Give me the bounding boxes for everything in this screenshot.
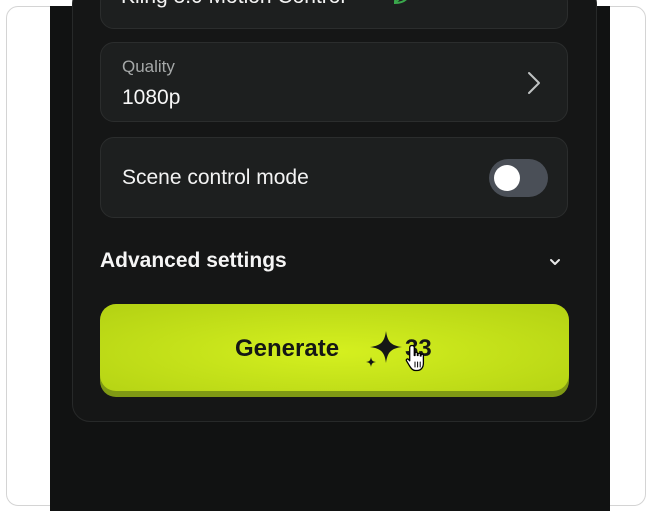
- scene-control-toggle[interactable]: [489, 159, 548, 197]
- generate-button[interactable]: Generate 33: [100, 304, 569, 391]
- sparkle-icon: [364, 329, 404, 374]
- quality-selector[interactable]: Quality 1080p: [100, 42, 568, 122]
- model-name: Kling 3.0 Motion Control: [121, 0, 345, 9]
- chevron-down-icon[interactable]: [548, 254, 562, 272]
- model-selector[interactable]: Kling 3.0 Motion Control: [100, 0, 568, 29]
- leaf-icon: [391, 0, 415, 12]
- generate-label: Generate: [235, 335, 340, 362]
- hand-pointer-cursor-icon: [405, 343, 429, 378]
- quality-value: 1080p: [122, 86, 181, 109]
- quality-label: Quality: [122, 57, 175, 76]
- scene-control-label: Scene control mode: [122, 166, 309, 189]
- chevron-right-icon: [527, 71, 541, 100]
- app-canvas: Kling 3.0 Motion Control Quality 1080p S…: [50, 0, 610, 511]
- toggle-knob: [494, 165, 520, 191]
- scene-control-row: Scene control mode: [100, 137, 568, 218]
- advanced-settings-title[interactable]: Advanced settings: [100, 249, 287, 273]
